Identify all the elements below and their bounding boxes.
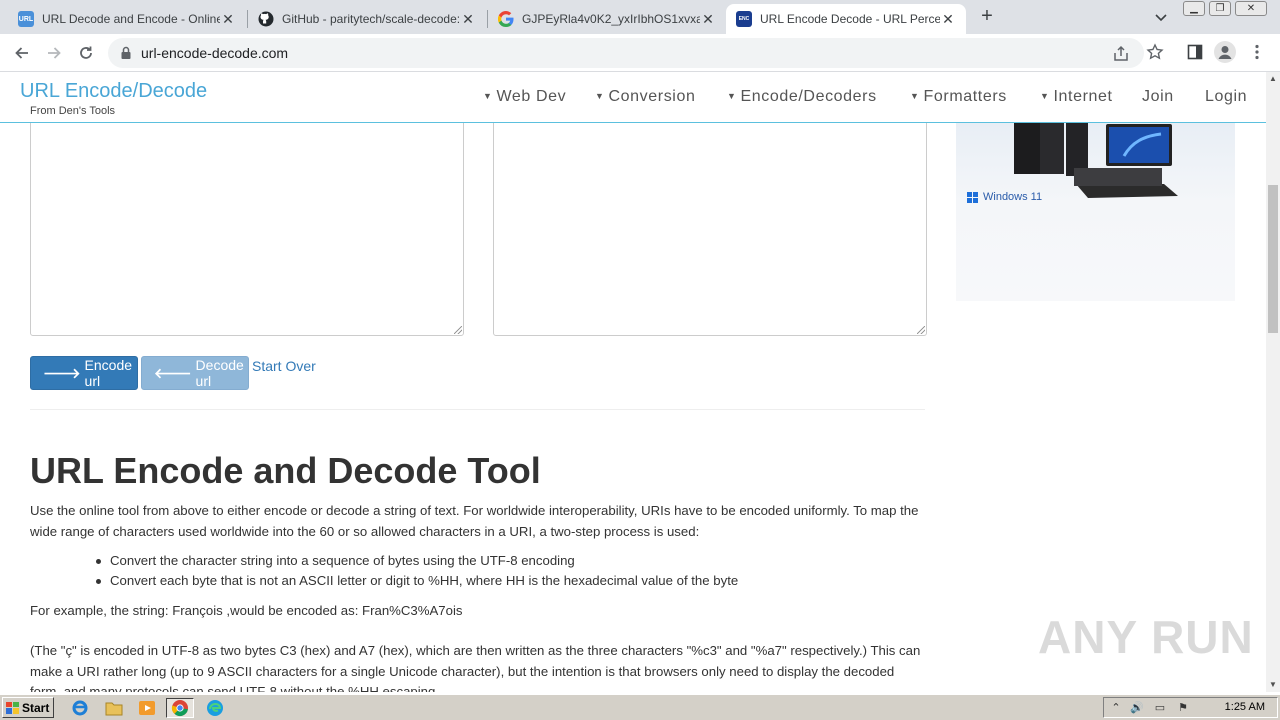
close-tab-icon[interactable]: ✕ [460, 11, 476, 27]
nav-web-dev[interactable]: ▼ Web Dev [483, 88, 566, 106]
nav-label: Internet [1053, 88, 1113, 105]
decode-url-label: Decode url [195, 357, 244, 389]
share-icon[interactable] [1112, 45, 1130, 63]
caret-down-icon: ▼ [483, 91, 493, 101]
url-text[interactable]: url-encode-decode.com [141, 45, 288, 61]
bookmark-star-icon[interactable] [1146, 43, 1164, 61]
restore-button[interactable]: ❐ [1209, 1, 1231, 16]
nav-label: Web Dev [496, 88, 567, 105]
system-tray: ⌃ 🔊 ▭ ⚑ 1:25 AM [1103, 697, 1278, 718]
address-bar[interactable]: url-encode-decode.com [108, 38, 1144, 68]
site-brand-subtitle: From Den's Tools [30, 105, 116, 117]
back-arrow-icon[interactable] [10, 41, 34, 65]
side-panel-icon[interactable] [1186, 43, 1204, 61]
tab-google[interactable]: GJPEyRla4v0K2_yxIrIbhOS1xvxa8F ✕ [488, 4, 726, 34]
media-player-icon[interactable] [137, 698, 157, 718]
windows11-label: Windows 11 [967, 191, 1042, 203]
computers-image [1014, 122, 1178, 198]
caret-down-icon: ▼ [595, 91, 605, 101]
chevron-up-icon[interactable]: ⌃ [1109, 701, 1123, 715]
more-menu-icon[interactable] [1248, 43, 1266, 61]
nav-formatters[interactable]: ▼ Formatters [910, 88, 1007, 106]
windows-logo-icon [967, 191, 978, 203]
nav-label: Encode/Decoders [740, 88, 877, 105]
site-brand[interactable]: URL Encode/Decode [20, 80, 207, 103]
encode-url-button[interactable]: 🡒 Encode url [30, 356, 138, 390]
list-item: Convert the character string into a sequ… [95, 551, 738, 571]
folder-icon[interactable] [104, 698, 124, 718]
advertisement[interactable]: Windows 11 [956, 122, 1235, 301]
tab-url-encode-decode-active[interactable]: ENC URL Encode Decode - URL Percent E ✕ [726, 4, 966, 34]
scroll-up-arrow-icon[interactable]: ▲ [1266, 72, 1280, 86]
decode-url-button[interactable]: 🡐 Decode url [141, 356, 249, 390]
new-tab-button[interactable]: + [976, 6, 998, 28]
steps-list: Convert the character string into a sequ… [95, 551, 738, 591]
input-textarea[interactable] [30, 102, 464, 336]
tab-url-decode-encode[interactable]: URL URL Decode and Encode - Online ✕ [8, 4, 246, 34]
nav-encode-decoders[interactable]: ▼ Encode/Decoders [727, 88, 877, 106]
start-label: Start [22, 700, 50, 715]
site-navbar: URL Encode/Decode From Den's Tools ▼ Web … [0, 72, 1266, 123]
encode-url-label: Encode url [84, 357, 133, 389]
scrollbar-thumb[interactable] [1268, 185, 1278, 333]
nav-label: Conversion [608, 88, 696, 105]
windows11-text: Windows 11 [983, 191, 1043, 203]
url-favicon-icon: URL [18, 11, 34, 27]
page-viewport: URL Encode/Decode From Den's Tools ▼ Web … [0, 72, 1266, 692]
arrow-right-icon: 🡒 [43, 364, 81, 381]
nav-conversion[interactable]: ▼ Conversion [595, 88, 695, 106]
close-tab-icon[interactable]: ✕ [700, 11, 716, 27]
clock[interactable]: 1:25 AM [1225, 701, 1265, 713]
forward-arrow-icon[interactable] [42, 41, 66, 65]
tab-title: URL Decode and Encode - Online [42, 12, 220, 26]
windows-logo-icon [6, 701, 19, 714]
lock-icon[interactable] [120, 46, 132, 65]
resize-handle[interactable] [454, 326, 462, 334]
profile-avatar-icon[interactable] [1214, 41, 1236, 63]
tab-title: GJPEyRla4v0K2_yxIrIbhOS1xvxa8F [522, 12, 700, 26]
note-paragraph: (The "ç" is encoded in UTF-8 as two byte… [30, 643, 921, 692]
list-item: Convert each byte that is not an ASCII l… [95, 571, 738, 591]
github-icon [258, 11, 274, 27]
page-title: URL Encode and Decode Tool [30, 450, 541, 491]
close-window-button[interactable]: ✕ [1235, 1, 1267, 16]
caret-down-icon: ▼ [910, 91, 920, 101]
taskbar: Start ⌃ 🔊 ▭ ⚑ 1:25 AM [0, 694, 1280, 720]
resize-handle[interactable] [917, 326, 925, 334]
edge-icon[interactable] [205, 698, 225, 718]
flag-icon[interactable]: ⚑ [1176, 701, 1190, 715]
output-textarea[interactable] [493, 102, 927, 336]
nav-label: Formatters [923, 88, 1007, 105]
nav-internet[interactable]: ▼ Internet [1040, 88, 1113, 106]
network-icon[interactable]: ▭ [1153, 701, 1167, 715]
divider [30, 409, 925, 410]
ie-icon[interactable] [70, 698, 90, 718]
vertical-scrollbar[interactable]: ▲ ▼ [1266, 72, 1280, 692]
nav-login[interactable]: Login [1205, 88, 1247, 106]
scroll-down-arrow-icon[interactable]: ▼ [1266, 678, 1280, 692]
browser-toolbar: url-encode-decode.com [0, 34, 1280, 72]
encode-favicon-icon: ENC [736, 11, 752, 27]
tab-strip: URL URL Decode and Encode - Online ✕ Git… [0, 0, 1280, 34]
caret-down-icon: ▼ [727, 91, 737, 101]
nav-join[interactable]: Join [1142, 88, 1174, 106]
intro-paragraph: Use the online tool from above to either… [30, 503, 919, 539]
close-tab-icon[interactable]: ✕ [220, 11, 236, 27]
google-icon [498, 11, 514, 27]
minimize-button[interactable]: ▁ [1183, 1, 1205, 16]
chrome-icon[interactable] [166, 698, 194, 718]
caret-down-icon: ▼ [1040, 91, 1050, 101]
reload-icon[interactable] [74, 41, 98, 65]
tab-title: URL Encode Decode - URL Percent E [760, 12, 940, 26]
tab-github[interactable]: GitHub - paritytech/scale-decode: De ✕ [248, 4, 486, 34]
example-paragraph: For example, the string: François ,would… [30, 603, 463, 618]
anyrun-watermark: ANY RUN [1038, 611, 1254, 663]
start-button[interactable]: Start [2, 697, 54, 718]
volume-icon[interactable]: 🔊 [1130, 701, 1144, 715]
start-over-link[interactable]: Start Over [252, 358, 316, 374]
arrow-left-icon: 🡐 [154, 364, 192, 381]
tab-title: GitHub - paritytech/scale-decode: De [282, 12, 460, 26]
close-tab-icon[interactable]: ✕ [940, 11, 956, 27]
chevron-down-icon[interactable] [1152, 8, 1170, 26]
